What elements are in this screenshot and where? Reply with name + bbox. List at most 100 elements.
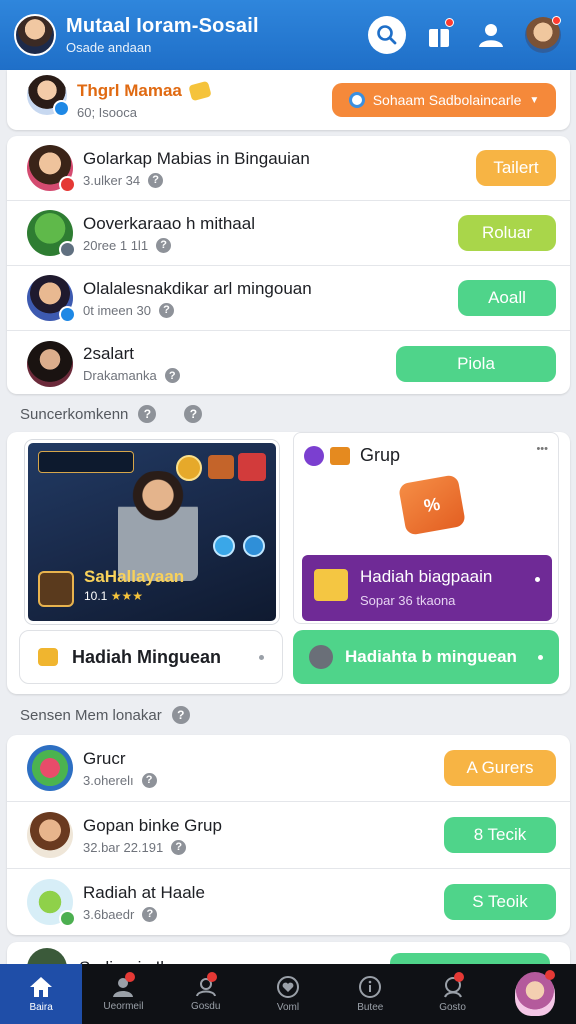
app-subtitle: Osade andaan: [66, 40, 152, 55]
action-button[interactable]: Tailert: [476, 150, 556, 186]
chest-icon: [330, 446, 350, 465]
action-button[interactable]: 8 Tecik: [444, 817, 556, 853]
info-icon: [359, 975, 382, 998]
nav-chat[interactable]: Gosto: [411, 964, 493, 1024]
list-item[interactable]: Golarkap Mabias in Bingauian 3.ulker 34?…: [7, 136, 570, 201]
list-item-meta: 20ree 1 1l1: [83, 237, 149, 253]
list-item[interactable]: Gopan binke Grup 32.bar 22.191? 8 Tecik: [7, 802, 570, 869]
list-item[interactable]: Radiah at Haale 3.6baedr? S Teoik: [7, 869, 570, 935]
promo-title: Hadiah biagpaain: [360, 567, 493, 586]
help-icon[interactable]: ?: [138, 405, 157, 423]
notification-dot: [125, 972, 136, 982]
heart-icon: [276, 975, 299, 998]
nav-info[interactable]: Butee: [329, 964, 411, 1024]
game-card[interactable]: SaHallayaan 10.1 ★★★: [25, 440, 279, 624]
profile-avatar[interactable]: [524, 16, 562, 54]
discount-tag-icon: %: [397, 474, 467, 536]
list-item-name: Radiah at Haale: [83, 882, 205, 902]
help-icon[interactable]: ?: [184, 405, 203, 423]
list-item-name: Golarkap Mabias in Bingauian: [83, 148, 310, 168]
list-item-meta: 3.ulker 34: [83, 172, 141, 188]
avatar: [27, 145, 76, 193]
home-icon: [30, 976, 53, 997]
game-level: 10.1: [84, 589, 108, 603]
weekly-reward-action[interactable]: Hadiahta b minguean: [293, 630, 559, 684]
avatar: [27, 340, 73, 387]
avatar: [27, 745, 73, 791]
dot-icon: [535, 577, 540, 582]
list-item-meta: 32.bar 22.191: [83, 839, 164, 855]
dot-icon: [259, 654, 264, 660]
rating-stars: ★★★: [110, 589, 143, 603]
list-item-name: Grucr: [83, 748, 126, 768]
gift-icon: [314, 569, 348, 601]
nav-favorites[interactable]: Voml: [247, 964, 329, 1024]
nav-home[interactable]: Baira: [0, 964, 83, 1024]
gift-icon: [238, 453, 266, 481]
help-icon: ?: [171, 839, 187, 855]
group-title: Grup: [360, 445, 401, 465]
friends-card: Golarkap Mabias in Bingauian 3.ulker 34?…: [7, 136, 570, 394]
avatar: [27, 210, 76, 258]
help-icon[interactable]: ?: [171, 706, 190, 724]
avatar: [27, 879, 76, 927]
action-button[interactable]: Aoall: [458, 280, 556, 316]
section-header: Suncerkomkenn ? ?: [20, 405, 203, 423]
list-item[interactable]: Ooverkaraao h mithaal 20ree 1 1l1? Rolua…: [7, 201, 570, 266]
list-item-meta: 3.6baedr: [83, 906, 135, 922]
character-image: [118, 471, 198, 581]
app-title: Mutaal Ioram-Sosail: [66, 15, 259, 37]
promo-banner[interactable]: Hadiah biagpaain Sopar 36 tkaona: [302, 555, 552, 621]
group-card[interactable]: Grup ••• % Hadiah biagpaain Sopar 36 tka…: [293, 432, 559, 624]
list-item-name: Gopan binke Grup: [83, 815, 222, 835]
nav-friends[interactable]: Ueormeil: [82, 964, 164, 1024]
chevron-down-icon: ▼: [529, 94, 540, 106]
level-badge: [38, 451, 134, 473]
search-icon: [377, 25, 397, 45]
action-button[interactable]: Piola: [396, 345, 556, 382]
user-icon: [479, 24, 503, 47]
gift-button[interactable]: [420, 16, 458, 54]
profile-button[interactable]: [472, 16, 510, 54]
nav-profile[interactable]: [494, 964, 576, 1024]
clock-icon: [304, 445, 324, 466]
weapon-icon: [38, 571, 74, 607]
section-header: Sensen Mem lonakar ?: [20, 706, 190, 724]
weekly-reward-button[interactable]: Hadiah Minguean: [19, 630, 283, 684]
action-button[interactable]: Roluar: [458, 215, 556, 251]
coin-icon: [188, 80, 212, 101]
power-icon: [213, 535, 235, 557]
list-item[interactable]: Grucr 3.oherelı? A Gurers: [7, 735, 570, 802]
bottom-nav: Baira Ueormeil Gosdu Voml Butee Gosto: [0, 964, 576, 1024]
list-item-name: Thgrl Mamaa: [77, 80, 182, 100]
reward-icon: [38, 648, 58, 666]
help-icon: ?: [148, 172, 164, 188]
dot-icon: [538, 654, 543, 660]
list-item-name: Olalalesnakdikar arl mingouan: [83, 278, 312, 298]
list-item-meta: Drakamanka: [83, 368, 157, 383]
action-button[interactable]: S Teoik: [444, 884, 556, 920]
top-card: Thgrl Mamaa 60; Isooca Sohaam Sadbolainc…: [7, 70, 570, 130]
featured-panel: SaHallayaan 10.1 ★★★ Grup ••• % Hadiah b…: [7, 432, 570, 694]
action-button[interactable]: Sohaam Sadbolaincarle ▼: [332, 83, 556, 117]
notification-dot: [445, 18, 454, 27]
help-icon: ?: [156, 237, 172, 253]
help-icon: ?: [142, 906, 158, 922]
app-header: Mutaal Ioram-Sosail Osade andaan: [0, 0, 576, 70]
list-item-meta: 0t imeen 30: [83, 302, 151, 318]
list-item[interactable]: Thgrl Mamaa 60; Isooca Sohaam Sadbolainc…: [7, 70, 570, 130]
user-avatar[interactable]: [14, 14, 56, 56]
nav-group[interactable]: Gosdu: [165, 964, 247, 1024]
avatar: [27, 75, 70, 117]
list-item[interactable]: 2salart Drakamanka? Piola: [7, 331, 570, 396]
search-button[interactable]: [368, 16, 406, 54]
list-item-name: Ooverkaraao h mithaal: [83, 213, 255, 233]
more-icon[interactable]: •••: [536, 443, 548, 455]
power-icon: [243, 535, 265, 557]
badge-icon: [309, 645, 333, 669]
list-item-meta: 60; Isooca: [77, 104, 137, 120]
list-item[interactable]: Olalalesnakdikar arl mingouan 0t imeen 3…: [7, 266, 570, 331]
clock-icon: [348, 92, 365, 108]
promo-subtitle: Sopar 36 tkaona: [360, 593, 456, 608]
action-button[interactable]: A Gurers: [444, 750, 556, 786]
